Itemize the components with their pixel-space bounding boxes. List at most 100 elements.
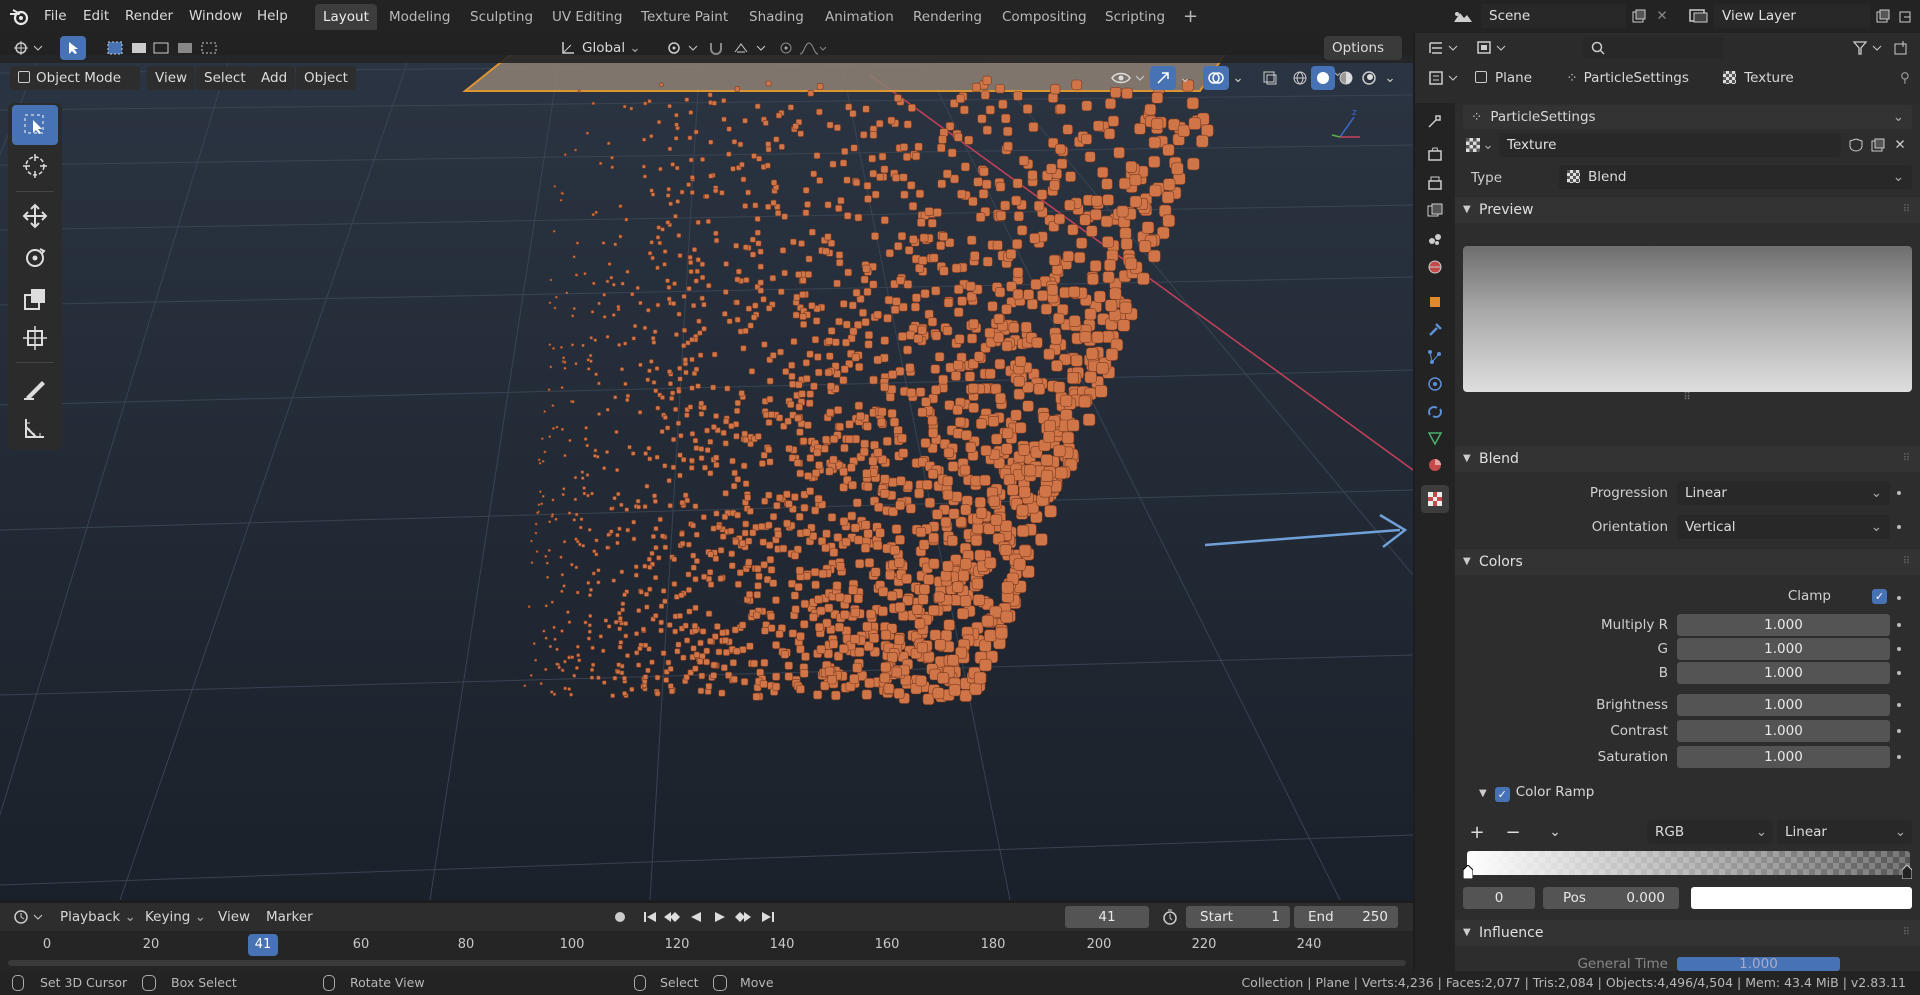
- texture-tab-icon[interactable]: [1421, 485, 1449, 513]
- remove-view-layer-icon[interactable]: [1896, 4, 1916, 28]
- fake-user-icon[interactable]: [1845, 133, 1867, 157]
- start-frame-field[interactable]: Start 1: [1186, 906, 1290, 928]
- select-box-tool-icon[interactable]: [12, 105, 58, 145]
- view-layer-tab-icon[interactable]: [1421, 197, 1449, 225]
- overlays-dropdown-icon[interactable]: ⌄: [1229, 66, 1247, 90]
- stop-position-field[interactable]: Pos 0.000: [1543, 887, 1679, 909]
- tab-animation[interactable]: Animation: [817, 4, 902, 30]
- particle-settings-selector[interactable]: ⁘ ParticleSettings ⌄: [1463, 105, 1912, 129]
- keyframe-dot[interactable]: [1897, 671, 1901, 675]
- tab-modeling[interactable]: Modeling: [381, 4, 458, 30]
- breadcrumb-particle-settings[interactable]: ParticleSettings: [1584, 70, 1689, 86]
- keyframe-dot[interactable]: [1897, 491, 1901, 495]
- menu-help[interactable]: Help: [249, 5, 296, 28]
- new-view-layer-icon[interactable]: [1872, 4, 1894, 28]
- scene-tab-icon[interactable]: [1421, 225, 1449, 253]
- tab-compositing[interactable]: Compositing: [994, 4, 1095, 30]
- scene-icon[interactable]: [1448, 6, 1478, 28]
- keyframe-dot[interactable]: [1897, 647, 1901, 651]
- snap-icon[interactable]: [705, 36, 727, 60]
- texture-type-dropdown[interactable]: Blend ⌄: [1559, 165, 1912, 189]
- current-frame-field[interactable]: 41: [1065, 906, 1149, 928]
- timeline-scrollbar[interactable]: [8, 960, 1406, 966]
- tab-texture-paint[interactable]: Texture Paint: [633, 4, 736, 30]
- delete-scene-icon[interactable]: ✕: [1652, 4, 1672, 28]
- overlays-toggle-icon[interactable]: [1203, 66, 1229, 90]
- timeline-ruler[interactable]: 0 20 41 60 80 100 120 140 160 180 200 22…: [0, 931, 1413, 971]
- remove-stop-icon[interactable]: −: [1501, 820, 1525, 844]
- menu-select[interactable]: Select: [196, 66, 254, 90]
- outliner-search-input[interactable]: [1583, 37, 1723, 59]
- unlink-texture-icon[interactable]: ✕: [1889, 133, 1911, 157]
- progression-dropdown[interactable]: Linear ⌄: [1677, 481, 1890, 505]
- preview-range-icon[interactable]: [1158, 905, 1182, 929]
- material-preview-icon[interactable]: [1334, 66, 1358, 90]
- add-workspace-button[interactable]: +: [1175, 4, 1206, 30]
- end-frame-field[interactable]: End 250: [1294, 906, 1398, 928]
- menu-add[interactable]: Add: [253, 66, 296, 90]
- orientation-dropdown[interactable]: Vertical ⌄: [1677, 515, 1890, 539]
- tab-rendering[interactable]: Rendering: [905, 4, 990, 30]
- general-time-field[interactable]: 1.000: [1677, 957, 1840, 971]
- clamp-checkbox[interactable]: ✓: [1872, 589, 1887, 604]
- influence-section-header[interactable]: ▼ Influence ⠿: [1455, 920, 1920, 946]
- tab-scripting[interactable]: Scripting: [1097, 4, 1173, 30]
- rendered-shading-icon[interactable]: [1357, 66, 1381, 90]
- render-tab-icon[interactable]: [1421, 141, 1449, 169]
- proportional-edit-icon[interactable]: [776, 36, 796, 60]
- move-tool-icon[interactable]: [12, 196, 58, 236]
- tab-sculpting[interactable]: Sculpting: [462, 4, 541, 30]
- breadcrumb-texture[interactable]: Texture: [1744, 70, 1793, 86]
- material-tab-icon[interactable]: [1421, 451, 1449, 479]
- transform-tool-icon[interactable]: [12, 318, 58, 358]
- options-dropdown[interactable]: Options ⌄: [1324, 36, 1402, 80]
- object-mode-dropdown[interactable]: Object Mode ⌄: [10, 66, 140, 110]
- record-icon[interactable]: [608, 905, 632, 929]
- prev-keyframe-icon[interactable]: [660, 905, 684, 929]
- keyframe-dot[interactable]: [1897, 596, 1901, 600]
- constraints-tab-icon[interactable]: [1421, 397, 1449, 425]
- playhead-frame[interactable]: 41: [248, 934, 278, 956]
- wireframe-shading-icon[interactable]: [1288, 66, 1312, 90]
- timeline-editor-icon[interactable]: [10, 905, 46, 929]
- orientation-dropdown[interactable]: Global ⌄: [582, 36, 641, 60]
- outliner-editor-icon[interactable]: [1425, 36, 1461, 60]
- ramp-stop-left[interactable]: [1462, 864, 1474, 880]
- menu-edit[interactable]: Edit: [75, 5, 117, 28]
- rotate-tool-icon[interactable]: [12, 238, 58, 278]
- stop-color-swatch[interactable]: [1691, 887, 1912, 909]
- color-ramp-toggle[interactable]: ▼ ✓ Color Ramp: [1479, 783, 1594, 802]
- modifier-tab-icon[interactable]: [1421, 316, 1449, 344]
- menu-object[interactable]: Object: [296, 66, 356, 90]
- data-tab-icon[interactable]: [1421, 424, 1449, 452]
- measure-tool-icon[interactable]: [12, 408, 58, 448]
- add-stop-icon[interactable]: +: [1465, 820, 1489, 844]
- playback-menu[interactable]: Playback ⌄: [60, 905, 136, 929]
- menu-view[interactable]: View: [147, 66, 196, 90]
- gizmo-dropdown-icon[interactable]: ⌄: [1176, 66, 1194, 90]
- select-tool-icon[interactable]: [60, 36, 86, 60]
- falloff-icon[interactable]: [798, 36, 828, 60]
- tool-settings-tab-icon[interactable]: [1421, 107, 1449, 135]
- next-keyframe-icon[interactable]: [731, 905, 755, 929]
- multiply-g-field[interactable]: 1.000: [1677, 638, 1890, 660]
- cursor-tool-icon[interactable]: [12, 146, 58, 186]
- editor-type-icon[interactable]: [8, 36, 48, 60]
- properties-editor-icon[interactable]: [1425, 66, 1461, 90]
- world-tab-icon[interactable]: [1421, 253, 1449, 281]
- blender-logo-icon[interactable]: [8, 6, 30, 28]
- transform-orientation-icon[interactable]: [558, 36, 578, 60]
- ramp-menu-icon[interactable]: ⌄: [1543, 820, 1567, 844]
- display-mode-icon[interactable]: [1473, 36, 1509, 60]
- multiply-r-field[interactable]: 1.000: [1677, 614, 1890, 636]
- tab-layout[interactable]: Layout: [315, 4, 377, 30]
- annotate-tool-icon[interactable]: [12, 368, 58, 408]
- multiply-b-field[interactable]: 1.000: [1677, 662, 1890, 684]
- keying-menu[interactable]: Keying ⌄: [145, 905, 206, 929]
- filter-icon[interactable]: [1849, 36, 1885, 60]
- breadcrumb-plane[interactable]: Plane: [1495, 70, 1532, 86]
- timeline-view-menu[interactable]: View: [218, 905, 250, 929]
- shading-dropdown-icon[interactable]: ⌄: [1381, 66, 1399, 90]
- new-collection-icon[interactable]: [1889, 36, 1913, 60]
- color-ramp-checkbox[interactable]: ✓: [1494, 787, 1510, 802]
